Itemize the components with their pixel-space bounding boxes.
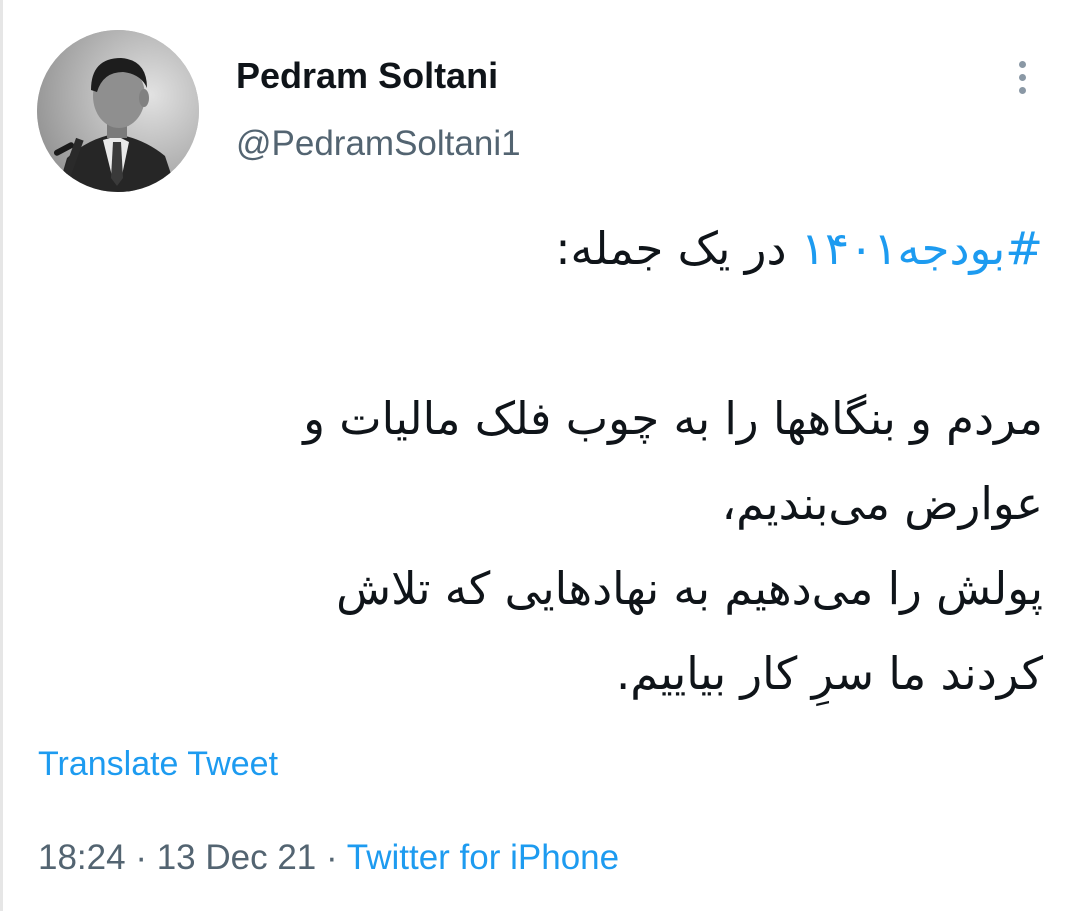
headline-text: در یک جمله: [555, 222, 801, 275]
hashtag-link[interactable]: #بودجه۱۴۰۱ [801, 222, 1043, 275]
translate-tweet-link[interactable]: Translate Tweet [38, 742, 278, 786]
author-name[interactable]: Pedram Soltani [236, 54, 498, 98]
more-vertical-icon [1018, 60, 1026, 68]
tweet-line: عوارض می‌بندیم، [721, 477, 1043, 530]
more-options-button[interactable] [1000, 52, 1044, 102]
avatar[interactable] [37, 30, 199, 192]
meta-separator: · [135, 838, 147, 877]
tweet-line: پولش را می‌دهیم به نهادهایی که تلاش [336, 562, 1043, 615]
tweet-meta: 18:24 · 13 Dec 21 · Twitter for iPhone [38, 836, 619, 880]
tweet-text: #بودجه۱۴۰۱ در یک جمله: مردم و بنگاهها را… [33, 206, 1043, 716]
tweet-line: کردند ما سرِ کار بیاییم. [615, 647, 1043, 700]
tweet-card: Pedram Soltani @PedramSoltani1 #بودجه۱۴۰… [0, 0, 1065, 911]
avatar-photo [37, 30, 199, 192]
author-handle[interactable]: @PedramSoltani1 [236, 122, 521, 166]
tweet-line: مردم و بنگاهها را به چوب فلک مالیات و [303, 392, 1043, 445]
meta-separator: · [326, 838, 338, 877]
tweet-time: 18:24 [38, 838, 126, 877]
more-vertical-icon [1018, 73, 1026, 81]
tweet-source-link[interactable]: Twitter for iPhone [347, 838, 619, 877]
divider [0, 0, 3, 911]
more-vertical-icon [1018, 86, 1026, 94]
tweet-date: 13 Dec 21 [156, 838, 317, 877]
tweet-headline: #بودجه۱۴۰۱ در یک جمله: [33, 206, 1043, 291]
